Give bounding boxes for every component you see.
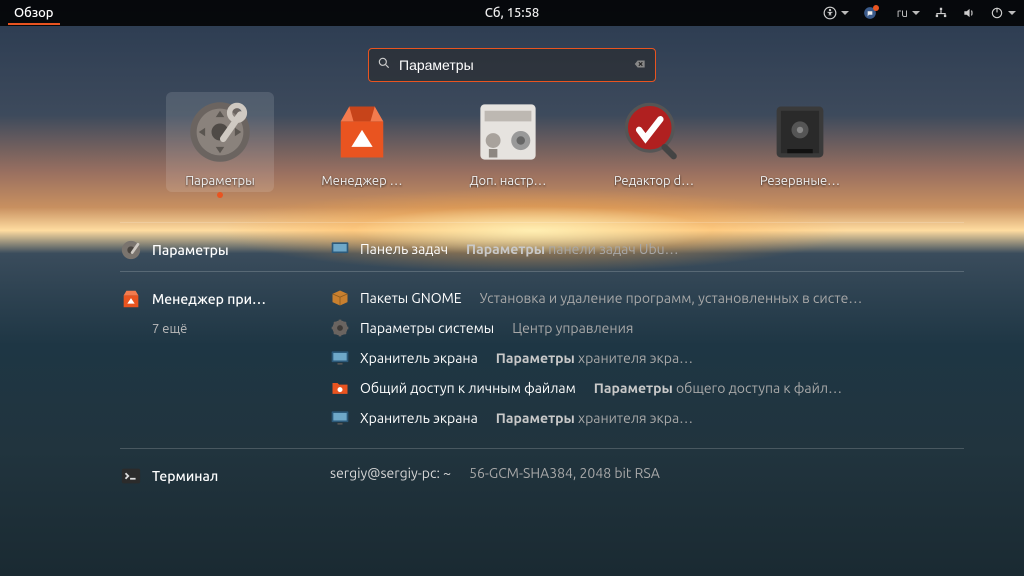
source-name: Терминал xyxy=(152,468,218,484)
monitor-icon xyxy=(330,408,350,428)
search-input[interactable] xyxy=(399,57,625,73)
dconf-editor-icon xyxy=(620,98,688,166)
monitor-icon xyxy=(330,348,350,368)
result-desc: Параметры общего доступа к файл… xyxy=(594,380,842,396)
app-label: Менеджер … xyxy=(321,174,402,188)
terminal-icon xyxy=(120,465,142,487)
settings-icon xyxy=(120,239,142,261)
result-title: Хранитель экрана xyxy=(360,410,478,426)
result-item[interactable]: Панель задач Параметры панели задач Ubu… xyxy=(330,239,964,259)
source-name: Параметры xyxy=(152,242,229,258)
result-item[interactable]: Хранитель экрана Параметры хранителя экр… xyxy=(330,408,964,428)
search-results-list: Параметры Панель задач Параметры панели … xyxy=(120,218,964,493)
clear-search-icon[interactable] xyxy=(633,57,647,74)
more-results-label[interactable]: 7 ещё xyxy=(152,322,187,336)
result-title: Параметры системы xyxy=(360,320,494,336)
power-icon[interactable] xyxy=(990,6,1016,20)
result-title: Панель задач xyxy=(360,241,448,257)
result-item[interactable]: Параметры системы Центр управления xyxy=(330,318,964,338)
accessibility-icon[interactable] xyxy=(823,6,849,20)
separator xyxy=(120,271,964,272)
notification-icon[interactable] xyxy=(863,6,883,20)
result-desc: Параметры панели задач Ubu… xyxy=(466,241,679,257)
result-title: Пакеты GNOME xyxy=(360,290,462,306)
system-tray: ru xyxy=(823,6,1016,20)
source-name: Менеджер при… xyxy=(152,291,266,307)
search-field[interactable] xyxy=(368,48,656,82)
software-center-icon xyxy=(120,288,142,310)
package-icon xyxy=(330,288,350,308)
separator xyxy=(120,448,964,449)
result-title: Хранитель экрана xyxy=(360,350,478,366)
result-title: Общий доступ к личным файлам xyxy=(360,380,576,396)
gear-icon xyxy=(330,318,350,338)
activities-button[interactable]: Обзор xyxy=(8,2,60,25)
top-bar: Обзор Сб, 15:58 ru xyxy=(0,0,1024,26)
result-desc: Параметры хранителя экра… xyxy=(496,410,693,426)
monitor-icon xyxy=(330,239,350,259)
app-backups[interactable]: Резервные… xyxy=(746,98,854,188)
result-group-settings: Параметры Панель задач Параметры панели … xyxy=(120,233,964,267)
software-center-icon xyxy=(328,98,396,166)
result-source[interactable]: Терминал xyxy=(120,465,330,487)
result-source[interactable]: Менеджер при… 7 ещё xyxy=(120,288,330,336)
app-results: Параметры Менеджер … Доп. настр… Редакто… xyxy=(170,98,854,188)
app-label: Редактор d… xyxy=(614,174,694,188)
keyboard-layout-indicator[interactable]: ru xyxy=(897,7,920,20)
app-dconf[interactable]: Редактор d… xyxy=(600,98,708,188)
clock[interactable]: Сб, 15:58 xyxy=(485,6,539,20)
network-icon[interactable] xyxy=(934,6,948,20)
result-item[interactable]: Пакеты GNOME Установка и удаление програ… xyxy=(330,288,964,308)
result-title: sergiy@sergiy-pc: ~ xyxy=(330,465,451,481)
search-icon xyxy=(377,56,391,74)
result-item[interactable]: sergiy@sergiy-pc: ~ 56-GCM-SHA384, 2048 … xyxy=(330,465,964,481)
app-software[interactable]: Менеджер … xyxy=(308,98,416,188)
settings-icon xyxy=(186,98,254,166)
backups-icon xyxy=(766,98,834,166)
result-desc: Центр управления xyxy=(512,320,633,336)
result-source[interactable]: Параметры xyxy=(120,239,330,261)
app-label: Резервные… xyxy=(760,174,840,188)
app-label: Доп. настр… xyxy=(469,174,546,188)
volume-icon[interactable] xyxy=(962,6,976,20)
separator xyxy=(120,222,964,223)
tweaks-icon xyxy=(474,98,542,166)
app-settings[interactable]: Параметры xyxy=(166,92,274,192)
result-group-software: Менеджер при… 7 ещё Пакеты GNOME Установ… xyxy=(120,282,964,434)
result-group-terminal: Терминал sergiy@sergiy-pc: ~ 56-GCM-SHA3… xyxy=(120,459,964,493)
folder-share-icon xyxy=(330,378,350,398)
app-tweaks[interactable]: Доп. настр… xyxy=(454,98,562,188)
result-desc: Параметры хранителя экра… xyxy=(496,350,693,366)
search-container xyxy=(368,48,656,82)
app-label: Параметры xyxy=(185,174,255,188)
result-desc: Установка и удаление программ, установле… xyxy=(480,290,863,306)
result-item[interactable]: Общий доступ к личным файлам Параметры о… xyxy=(330,378,964,398)
result-item[interactable]: Хранитель экрана Параметры хранителя экр… xyxy=(330,348,964,368)
result-desc: 56-GCM-SHA384, 2048 bit RSA xyxy=(469,465,660,481)
